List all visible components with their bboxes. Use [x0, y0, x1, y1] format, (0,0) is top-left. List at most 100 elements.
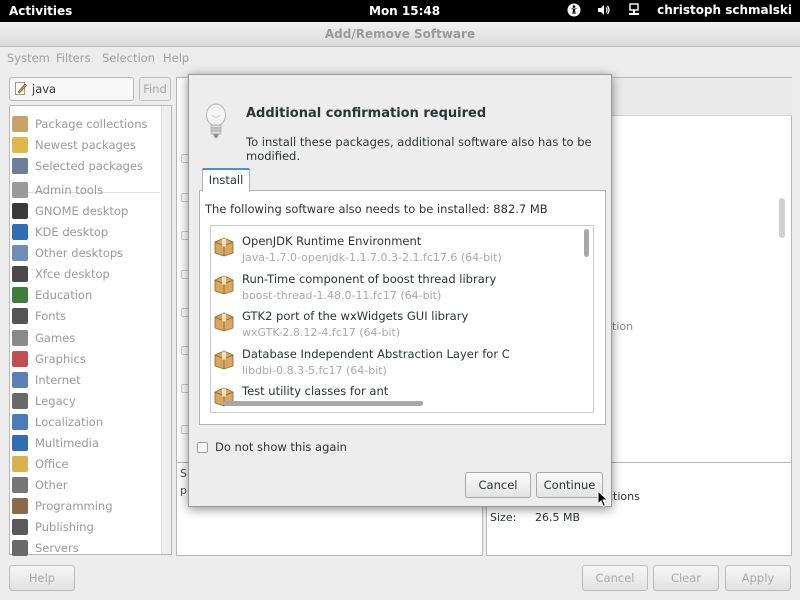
package-box-icon — [214, 350, 234, 369]
package-box-icon — [214, 275, 234, 294]
sidebar-scrollbar[interactable] — [161, 106, 171, 554]
gnome-foot-icon — [12, 203, 28, 219]
sidebar-item-label: Newest packages — [35, 138, 136, 152]
sidebar-item[interactable]: Internet — [12, 370, 160, 390]
sidebar-item-label: Graphics — [35, 352, 86, 366]
sidebar-item[interactable]: Localization — [12, 412, 160, 432]
sidebar-item-label: Xfce desktop — [35, 267, 110, 281]
package-box-icon — [214, 312, 234, 332]
dont-show-checkbox[interactable] — [197, 442, 208, 453]
lightbulb-icon — [206, 103, 226, 138]
sidebar-item[interactable]: Multimedia — [12, 433, 160, 453]
dependency-item[interactable]: OpenJDK Runtime Environment java-1.7.0-op… — [211, 229, 581, 267]
continue-button[interactable]: Continue — [536, 472, 603, 498]
install-summary: The following software also needs to be … — [205, 202, 548, 216]
sidebar-item-label: Fonts — [35, 309, 67, 323]
info-fragment: tion — [612, 320, 634, 333]
sidebar-item[interactable]: KDE desktop — [12, 222, 160, 242]
help-button[interactable]: Help — [9, 565, 75, 591]
clear-button[interactable]: Clear — [653, 565, 719, 591]
kde-icon — [12, 224, 28, 240]
sidebar-item-label: Localization — [35, 415, 104, 429]
sidebar-item[interactable]: GNOME desktop — [12, 201, 160, 221]
dependency-item[interactable]: GTK2 port of the wxWidgets GUI library wx… — [211, 304, 581, 342]
sidebar-item[interactable]: Selected packages — [12, 156, 160, 176]
sidebar-item[interactable]: Programming — [12, 496, 160, 516]
package-collections-icon — [12, 116, 28, 132]
legacy-icon — [12, 393, 28, 409]
user-menu[interactable]: christoph schmalski — [657, 3, 792, 17]
office-icon — [12, 456, 28, 472]
sidebar-item[interactable]: Office — [12, 454, 160, 474]
window-title[interactable]: Add/Remove Software — [0, 22, 800, 47]
pencil-icon — [15, 82, 27, 95]
install-tab-pane: The following software also needs to be … — [199, 190, 606, 425]
dependency-name: Database Independent Abstraction Layer f… — [242, 346, 510, 361]
description-fragment: S — [180, 467, 187, 480]
dialog-message: To install these packages, additional so… — [246, 135, 592, 163]
sidebar-item-label: Publishing — [35, 520, 94, 534]
dialog-title: Additional confirmation required — [246, 106, 487, 121]
sidebar-item[interactable]: Games — [12, 328, 160, 348]
games-icon — [12, 330, 28, 346]
activities-button[interactable]: Activities — [9, 4, 72, 18]
mouse-cursor-icon — [597, 490, 609, 508]
clock[interactable]: Mon 15:48 — [369, 4, 440, 18]
dont-show-label[interactable]: Do not show this again — [215, 440, 347, 454]
sidebar-item[interactable]: Other — [12, 475, 160, 495]
graphics-icon — [12, 351, 28, 367]
dependency-item[interactable]: Run-Time component of boost thread libra… — [211, 267, 581, 305]
info-scrollbar[interactable] — [779, 198, 785, 238]
multimedia-icon — [12, 435, 28, 451]
sidebar-item-label: Internet — [35, 373, 81, 387]
size-value: 26.5 MB — [535, 511, 581, 524]
star-icon — [12, 137, 28, 153]
dependency-version: java-1.7.0-openjdk-1.1.7.0.3-2.1.fc17.6 … — [242, 251, 502, 264]
size-label: Size: — [490, 511, 517, 524]
sidebar-item[interactable]: Other desktops — [12, 243, 160, 263]
sidebar-item[interactable]: Xfce desktop — [12, 264, 160, 284]
menu-system[interactable]: System — [7, 51, 50, 65]
dialog-cancel-button[interactable]: Cancel — [465, 472, 531, 498]
menu-help[interactable]: Help — [163, 51, 189, 65]
top-bar: Activities Mon 15:48 christoph schmalski — [0, 0, 800, 22]
dependency-list-vscrollbar[interactable] — [584, 229, 589, 257]
dependency-list-hscrollbar[interactable] — [223, 401, 423, 406]
magnifier-icon — [12, 158, 28, 174]
find-button[interactable]: Find — [139, 77, 171, 101]
sidebar-item[interactable]: Admin tools — [12, 180, 160, 200]
globe-icon — [12, 372, 28, 388]
menu-selection[interactable]: Selection — [102, 51, 155, 65]
menu-bar: System Filters Selection Help — [0, 48, 800, 68]
cancel-button[interactable]: Cancel — [582, 565, 648, 591]
sidebar-item[interactable]: Newest packages — [12, 135, 160, 155]
dependency-version: libdbi-0.8.3-5.fc17 (64-bit) — [242, 363, 387, 377]
accessibility-icon[interactable] — [567, 3, 581, 17]
sidebar-item-label: Other — [35, 478, 68, 492]
menu-filters[interactable]: Filters — [56, 51, 90, 65]
dependency-item[interactable]: Test utility classes for ant — [211, 379, 581, 412]
sidebar-item[interactable]: Package collections — [12, 114, 160, 134]
search-input[interactable]: java — [9, 77, 134, 101]
apply-button[interactable]: Apply — [725, 565, 791, 591]
tab-install[interactable]: Install — [202, 168, 250, 192]
system-tray: christoph schmalski — [567, 3, 792, 17]
sidebar-item-label: Other desktops — [35, 246, 124, 260]
sidebar-item[interactable]: Legacy — [12, 391, 160, 411]
dependency-item[interactable]: Database Independent Abstraction Layer f… — [211, 342, 581, 380]
sidebar-item[interactable]: Graphics — [12, 349, 160, 369]
sidebar-item[interactable]: Servers — [12, 538, 160, 558]
other-icon — [12, 477, 28, 493]
sidebar-item-label: Games — [35, 331, 76, 345]
sidebar-item-label: Programming — [35, 499, 113, 513]
sidebar-item[interactable]: Education — [12, 285, 160, 305]
programming-icon — [12, 498, 28, 514]
dependency-list[interactable]: OpenJDK Runtime Environment java-1.7.0-op… — [210, 225, 594, 413]
sidebar-item[interactable]: Publishing — [12, 517, 160, 537]
sidebar-item[interactable]: Fonts — [12, 306, 160, 326]
group-sidebar: Package collections Newest packages Select… — [9, 105, 172, 558]
sidebar-item-label: Admin tools — [35, 183, 104, 197]
network-icon[interactable] — [627, 3, 641, 17]
volume-icon[interactable] — [597, 3, 611, 17]
description-fragment-2: p — [180, 484, 187, 497]
